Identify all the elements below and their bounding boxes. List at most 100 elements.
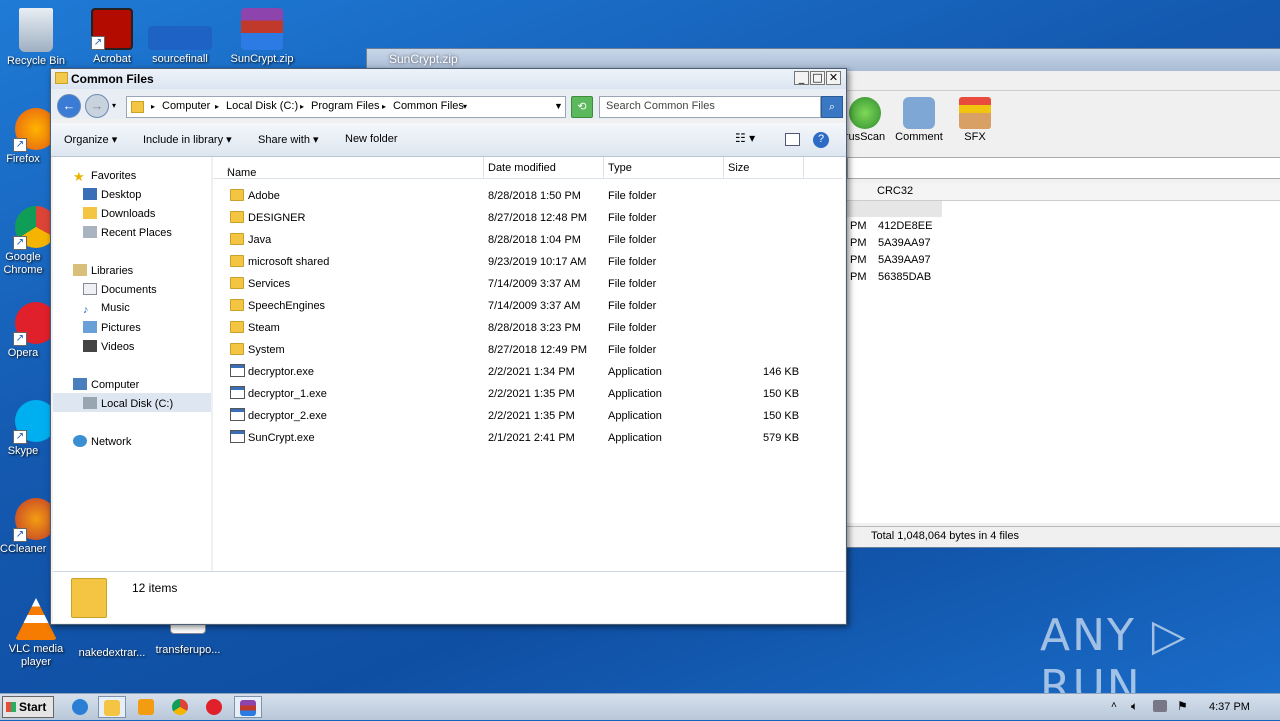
nav-recent-places[interactable]: Recent Places — [83, 226, 172, 239]
desktop-label: Google Chrome — [3, 251, 43, 276]
address-bar[interactable]: ▸ Computer ▸ Local Disk (C:) ▸ Program F… — [126, 96, 566, 118]
folder-icon — [55, 72, 68, 84]
clock[interactable]: 4:37 PM — [1209, 701, 1250, 713]
nav-desktop[interactable]: Desktop — [83, 188, 141, 201]
table-row[interactable]: PM 56385DAB — [847, 271, 1280, 288]
nav-pictures[interactable]: Pictures — [83, 321, 141, 334]
nav-local-disk[interactable]: Local Disk (C:) — [83, 397, 173, 410]
folder-icon — [131, 101, 144, 113]
nav-favorites[interactable]: ★ Favorites — [73, 169, 136, 184]
search-input[interactable]: Search Common Files — [599, 96, 821, 118]
nakedextra-icon[interactable]: nakedextrar... — [76, 620, 148, 660]
acrobat-icon[interactable]: ↗ Acrobat — [76, 8, 148, 66]
close-button[interactable]: ✕ — [826, 71, 841, 85]
file-size: 150 KB — [763, 410, 800, 422]
winrar-file-list[interactable]: CRC32 PM 412DE8EE PM 5A39AA97 PM 5A39AA97 P… — [847, 183, 1280, 523]
folder-row[interactable]: Services 7/14/2009 3:37 AM File folder — [227, 274, 827, 294]
folder-row[interactable]: microsoft shared 9/23/2019 10:17 AM File f… — [227, 252, 827, 272]
volume-icon[interactable]: 🔈︎ — [1131, 699, 1138, 714]
new-folder-button[interactable]: New folder — [345, 133, 398, 145]
search-icon[interactable]: ⌕ — [821, 96, 843, 118]
breadcrumb-item[interactable]: Program Files — [311, 100, 379, 112]
size-column-header[interactable]: Size — [728, 162, 749, 174]
table-row[interactable]: PM 412DE8EE — [847, 220, 1280, 237]
file-row[interactable]: SunCrypt.exe 2/1/2021 2:41 PM Application 5… — [227, 428, 827, 448]
preview-pane-icon[interactable] — [785, 133, 800, 146]
nav-videos[interactable]: Videos — [83, 340, 134, 353]
winrar-taskbar-icon[interactable] — [234, 696, 262, 718]
comment-icon — [903, 97, 935, 129]
ie-taskbar-icon[interactable] — [66, 696, 94, 718]
desktop-label: VLC media player — [8, 643, 64, 668]
type-column-header[interactable]: Type — [608, 162, 632, 174]
sfx-button[interactable]: SFX — [945, 97, 1005, 143]
file-type: File folder — [608, 212, 657, 224]
forward-button[interactable]: → — [85, 94, 109, 118]
system-tray: ˄ 🔈︎ ⚑ — [1105, 694, 1280, 721]
media-player-taskbar-icon[interactable] — [132, 696, 160, 718]
file-size: 579 KB — [763, 432, 800, 444]
file-row[interactable]: decryptor_1.exe 2/2/2021 1:35 PM Applicati… — [227, 384, 827, 404]
winrar-path-bar[interactable] — [847, 157, 1280, 179]
back-button[interactable]: ← — [57, 94, 81, 118]
share-with-button[interactable]: Share with ▾ — [258, 133, 319, 146]
window-title: Common Files — [71, 72, 154, 86]
minimize-button[interactable]: _ — [794, 71, 809, 85]
maximize-button[interactable]: □ — [810, 71, 825, 85]
file-row[interactable]: decryptor_2.exe 2/2/2021 1:35 PM Applicati… — [227, 406, 827, 426]
desktop-label: Opera — [7, 347, 39, 359]
file-name: decryptor_2.exe — [248, 410, 327, 422]
folder-row[interactable]: Java 8/28/2018 1:04 PM File folder — [227, 230, 827, 250]
breadcrumb-item[interactable]: Local Disk (C:) — [226, 100, 298, 112]
command-bar: Organize ▾ Include in library ▾ Share wi… — [51, 123, 846, 157]
file-row[interactable]: decryptor.exe 2/2/2021 1:34 PM Application… — [227, 362, 827, 382]
desktop-label: Firefox — [6, 153, 40, 165]
suncrypt-zip-icon[interactable]: SunCrypt.zip — [226, 8, 298, 66]
address-dropdown-icon[interactable]: ▼ — [554, 101, 563, 111]
chrome-taskbar-icon[interactable] — [166, 696, 194, 718]
file-list[interactable]: Name ˄ Date modified Type Size Adobe 8/28… — [213, 157, 845, 571]
nav-documents[interactable]: Documents — [83, 283, 157, 296]
desktop-label: Acrobat — [93, 53, 131, 65]
breadcrumb-item[interactable]: Common Files — [393, 100, 464, 112]
folder-row[interactable]: System 8/27/2018 12:49 PM File folder — [227, 340, 827, 360]
refresh-button[interactable]: ⟲ — [571, 96, 593, 118]
include-in-library-button[interactable]: Include in library ▾ — [143, 133, 232, 146]
recycle-bin-icon[interactable]: Recycle Bin — [0, 8, 72, 68]
table-row[interactable]: PM 5A39AA97 — [847, 237, 1280, 254]
folder-icon — [230, 255, 244, 267]
application-icon — [230, 386, 245, 399]
file-name: System — [248, 344, 285, 356]
crc32-column-header[interactable]: CRC32 — [877, 185, 913, 197]
recent-pages-icon[interactable]: ▾ — [112, 101, 116, 110]
network-icon[interactable] — [1153, 700, 1167, 712]
file-name: DESIGNER — [248, 212, 306, 224]
nav-music[interactable]: ♪ Music — [83, 302, 130, 316]
organize-button[interactable]: Organize ▾ — [64, 133, 117, 146]
nav-downloads[interactable]: Downloads — [83, 207, 155, 220]
comment-button[interactable]: Comment — [889, 97, 949, 143]
nav-libraries[interactable]: Libraries — [73, 264, 133, 277]
nav-network[interactable]: Network — [73, 435, 131, 448]
view-options-icon[interactable]: ☷ ▾ — [735, 131, 755, 145]
explorer-taskbar-icon[interactable] — [98, 696, 126, 718]
help-icon[interactable]: ? — [813, 132, 829, 148]
action-center-flag-icon[interactable]: ⚑ — [1177, 699, 1188, 713]
table-row[interactable]: PM 5A39AA97 — [847, 254, 1280, 271]
folder-row[interactable]: DESIGNER 8/27/2018 12:48 PM File folder — [227, 208, 827, 228]
explorer-window[interactable]: Common Files _ □ ✕ ← → ▾ ▸ Computer ▸ Lo… — [50, 68, 847, 625]
breadcrumb-item[interactable]: Computer — [162, 100, 210, 112]
show-hidden-icons-icon[interactable]: ˄ — [1111, 700, 1117, 711]
start-button[interactable]: Start — [2, 696, 54, 718]
date-column-header[interactable]: Date modified — [488, 162, 556, 174]
folder-row[interactable]: Steam 8/28/2018 3:23 PM File folder — [227, 318, 827, 338]
navigation-pane: ★ Favorites Desktop Downloads Recent Plac… — [53, 157, 211, 571]
transferupo-icon[interactable]: transferupo... — [152, 620, 224, 657]
folder-row[interactable]: Adobe 8/28/2018 1:50 PM File folder — [227, 186, 827, 206]
title-bar[interactable]: Common Files _ □ ✕ — [51, 69, 846, 89]
opera-taskbar-icon[interactable] — [200, 696, 228, 718]
nav-computer[interactable]: Computer — [73, 378, 139, 391]
folder-row[interactable]: SpeechEngines 7/14/2009 3:37 AM File folde… — [227, 296, 827, 316]
sourcefinall-icon[interactable]: sourcefinall — [144, 8, 216, 66]
file-name: Steam — [248, 322, 280, 334]
